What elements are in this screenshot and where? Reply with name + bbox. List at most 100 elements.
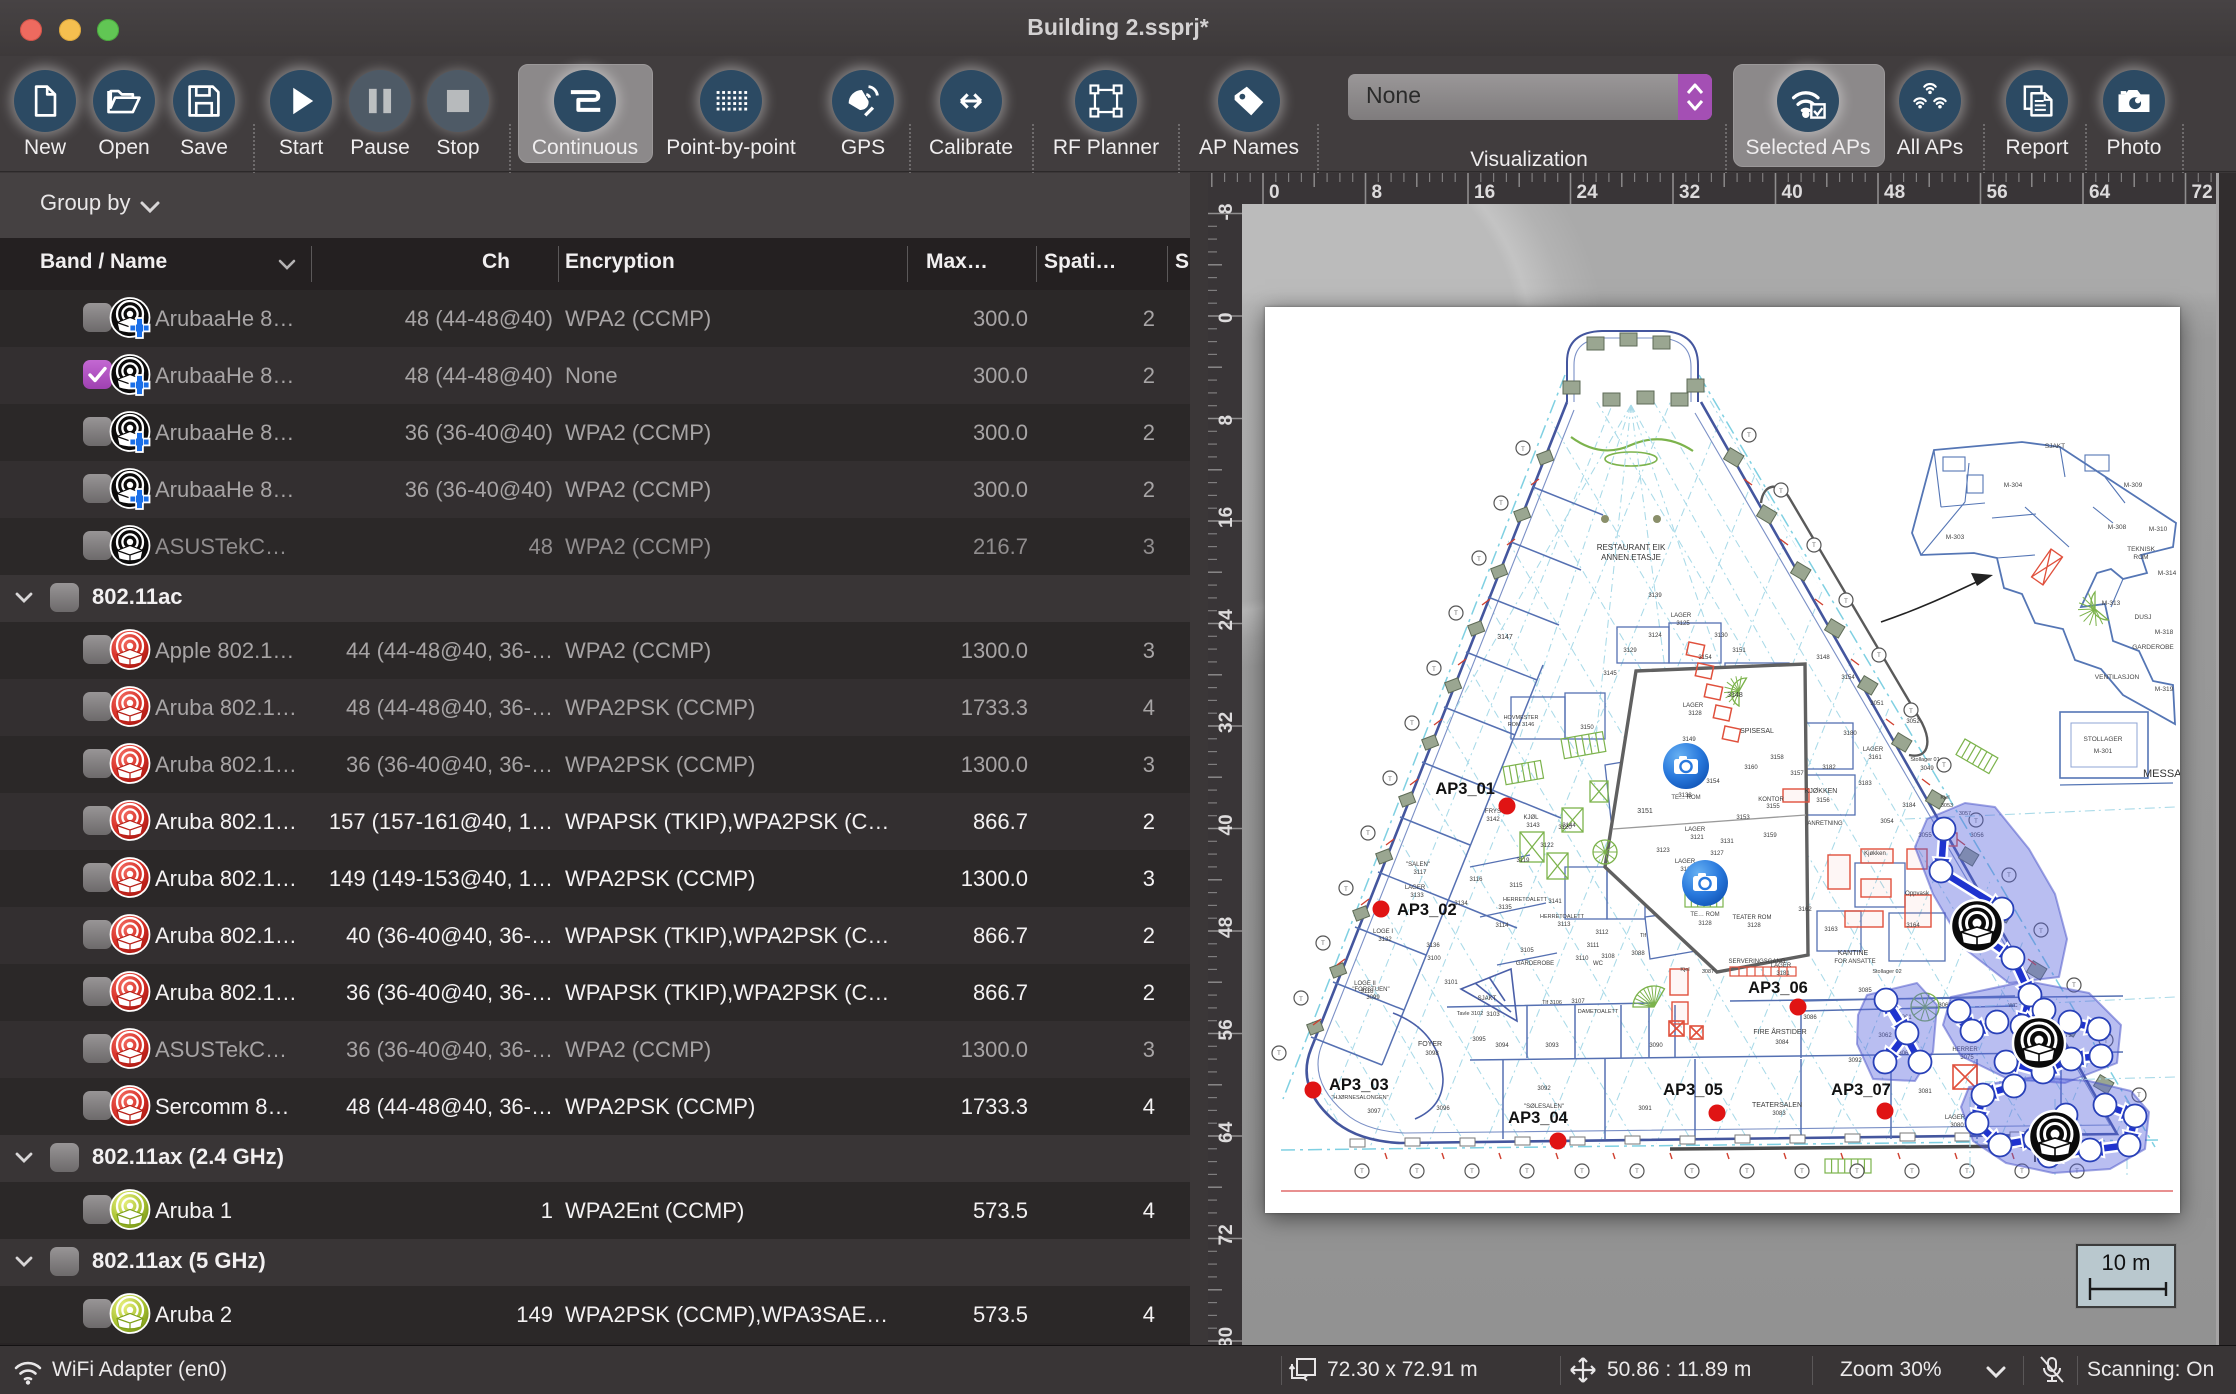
svg-text:3157: 3157 xyxy=(1790,771,1804,777)
svg-text:M-318: M-318 xyxy=(2155,629,2174,636)
svg-text:T: T xyxy=(1525,1169,1529,1175)
svg-text:3182: 3182 xyxy=(1822,765,1836,771)
svg-text:LAGER: LAGER xyxy=(1945,1115,1966,1121)
svg-text:3094: 3094 xyxy=(1495,1043,1509,1049)
svg-text:"HJØRNESALONGEN": "HJØRNESALONGEN" xyxy=(1331,1095,1388,1101)
svg-text:3149: 3149 xyxy=(1682,737,1696,743)
svg-text:Kjel: Kjel xyxy=(1940,795,1949,801)
svg-text:80: 80 xyxy=(1216,1327,1237,1345)
svg-text:T: T xyxy=(1800,1169,1804,1175)
svg-text:3122: 3122 xyxy=(1540,843,1554,849)
svg-text:TEATER ROM: TEATER ROM xyxy=(1733,915,1772,921)
svg-text:3150: 3150 xyxy=(1580,725,1594,731)
svg-text:HERRETOALETT: HERRETOALETT xyxy=(1540,914,1585,920)
svg-text:LOGE I: LOGE I xyxy=(1373,929,1393,935)
svg-text:"SALEN": "SALEN" xyxy=(1406,862,1430,868)
svg-text:T: T xyxy=(1360,1169,1364,1175)
svg-text:3139: 3139 xyxy=(1648,593,1662,599)
svg-text:"FORSTUEN": "FORSTUEN" xyxy=(1352,987,1389,993)
svg-text:Tavle 3102: Tavle 3102 xyxy=(1457,1011,1484,1017)
svg-text:3155: 3155 xyxy=(1766,804,1780,810)
svg-text:3092: 3092 xyxy=(1537,1086,1551,1092)
svg-text:AP3_03: AP3_03 xyxy=(1329,1076,1389,1094)
svg-text:3105: 3105 xyxy=(1520,948,1534,954)
svg-text:3164: 3164 xyxy=(1906,923,1920,929)
svg-text:3114: 3114 xyxy=(1496,923,1510,929)
svg-text:M-314: M-314 xyxy=(2158,570,2177,577)
svg-text:3081: 3081 xyxy=(1918,1089,1932,1095)
svg-text:KJØL: KJØL xyxy=(1523,815,1539,821)
svg-text:3131: 3131 xyxy=(1720,839,1734,845)
svg-text:16: 16 xyxy=(1216,507,1237,528)
svg-text:3163: 3163 xyxy=(1824,927,1838,933)
svg-text:ANNEN.ETASJE: ANNEN.ETASJE xyxy=(1601,553,1661,562)
svg-text:ROM 3146: ROM 3146 xyxy=(1508,722,1535,728)
svg-text:3092: 3092 xyxy=(1848,1058,1862,1064)
svg-text:Tlf 3106: Tlf 3106 xyxy=(1542,1000,1562,1006)
svg-text:ROM: ROM xyxy=(2133,554,2148,561)
svg-text:AP3_01: AP3_01 xyxy=(1435,780,1495,798)
svg-text:3123: 3123 xyxy=(1656,848,1670,854)
svg-text:T: T xyxy=(1844,599,1848,605)
svg-text:3180: 3180 xyxy=(1843,731,1857,737)
svg-text:M-313: M-313 xyxy=(2102,600,2121,607)
svg-text:3128: 3128 xyxy=(1747,923,1761,929)
svg-text:3151: 3151 xyxy=(1637,808,1653,815)
svg-text:0: 0 xyxy=(1269,182,1280,203)
svg-text:TEATERSALEN: TEATERSALEN xyxy=(1752,1102,1802,1109)
svg-text:Oppvask: Oppvask xyxy=(1905,891,1930,897)
svg-text:3154: 3154 xyxy=(1841,675,1855,681)
svg-text:T: T xyxy=(1410,721,1414,727)
svg-text:M-309: M-309 xyxy=(2124,482,2143,489)
svg-text:Kjel: Kjel xyxy=(1680,967,1689,973)
svg-text:T: T xyxy=(1366,831,1370,837)
svg-text:T: T xyxy=(1635,1169,1639,1175)
svg-text:-8: -8 xyxy=(1216,204,1237,221)
svg-text:3121: 3121 xyxy=(1690,835,1704,841)
svg-text:3160: 3160 xyxy=(1744,765,1758,771)
svg-text:3096: 3096 xyxy=(1436,1106,1450,1112)
svg-text:SJAKT: SJAKT xyxy=(1478,996,1497,1002)
svg-text:3127: 3127 xyxy=(1710,851,1724,857)
svg-text:FIRE ÅRSTIDER: FIRE ÅRSTIDER xyxy=(1753,1027,1806,1036)
svg-text:LAGER: LAGER xyxy=(1683,703,1704,709)
svg-text:T: T xyxy=(1477,557,1481,563)
svg-text:T: T xyxy=(1388,777,1392,783)
svg-text:T: T xyxy=(1344,887,1348,893)
svg-text:3162: 3162 xyxy=(1798,907,1812,913)
svg-text:3112: 3112 xyxy=(1596,930,1610,936)
svg-text:3099: 3099 xyxy=(1366,995,1380,1001)
svg-text:M-304: M-304 xyxy=(2004,482,2023,489)
svg-text:FOYER: FOYER xyxy=(1418,1041,1442,1048)
svg-text:3183: 3183 xyxy=(1858,781,1872,787)
svg-text:3085: 3085 xyxy=(1858,988,1872,994)
svg-text:3136: 3136 xyxy=(1426,943,1440,949)
svg-text:M-319: M-319 xyxy=(2155,686,2174,693)
svg-text:T: T xyxy=(1779,489,1783,495)
svg-text:LAGER: LAGER xyxy=(1671,613,1692,619)
svg-text:ANRETNING: ANRETNING xyxy=(1807,821,1843,827)
svg-text:3145: 3145 xyxy=(1603,671,1617,677)
svg-text:3184: 3184 xyxy=(1902,803,1916,809)
svg-text:T: T xyxy=(1499,501,1503,507)
svg-text:3130: 3130 xyxy=(1714,633,1728,639)
svg-text:AP3_06: AP3_06 xyxy=(1748,979,1808,997)
svg-text:3093: 3093 xyxy=(1545,1043,1559,1049)
svg-text:16: 16 xyxy=(1474,182,1495,203)
svg-text:M-308: M-308 xyxy=(2108,524,2127,531)
svg-text:3124: 3124 xyxy=(1648,633,1662,639)
svg-text:Kjøkken: Kjøkken xyxy=(1864,851,1886,857)
svg-text:3097: 3097 xyxy=(1367,1109,1381,1115)
svg-text:TE… ROM: TE… ROM xyxy=(1671,795,1700,801)
svg-text:3159: 3159 xyxy=(1763,833,1777,839)
svg-text:24: 24 xyxy=(1216,609,1237,631)
svg-text:DAMETOALETT: DAMETOALETT xyxy=(1578,1009,1619,1015)
svg-text:3120: 3120 xyxy=(1558,825,1572,831)
svg-text:AP3_05: AP3_05 xyxy=(1663,1081,1723,1099)
svg-text:T: T xyxy=(1877,653,1881,659)
svg-text:72: 72 xyxy=(2192,182,2213,203)
svg-text:AP3_07: AP3_07 xyxy=(1831,1081,1891,1099)
svg-text:3103: 3103 xyxy=(1486,1012,1500,1018)
svg-text:3107: 3107 xyxy=(1571,999,1585,1005)
svg-text:RESTAURANT EIK: RESTAURANT EIK xyxy=(1597,543,1666,552)
